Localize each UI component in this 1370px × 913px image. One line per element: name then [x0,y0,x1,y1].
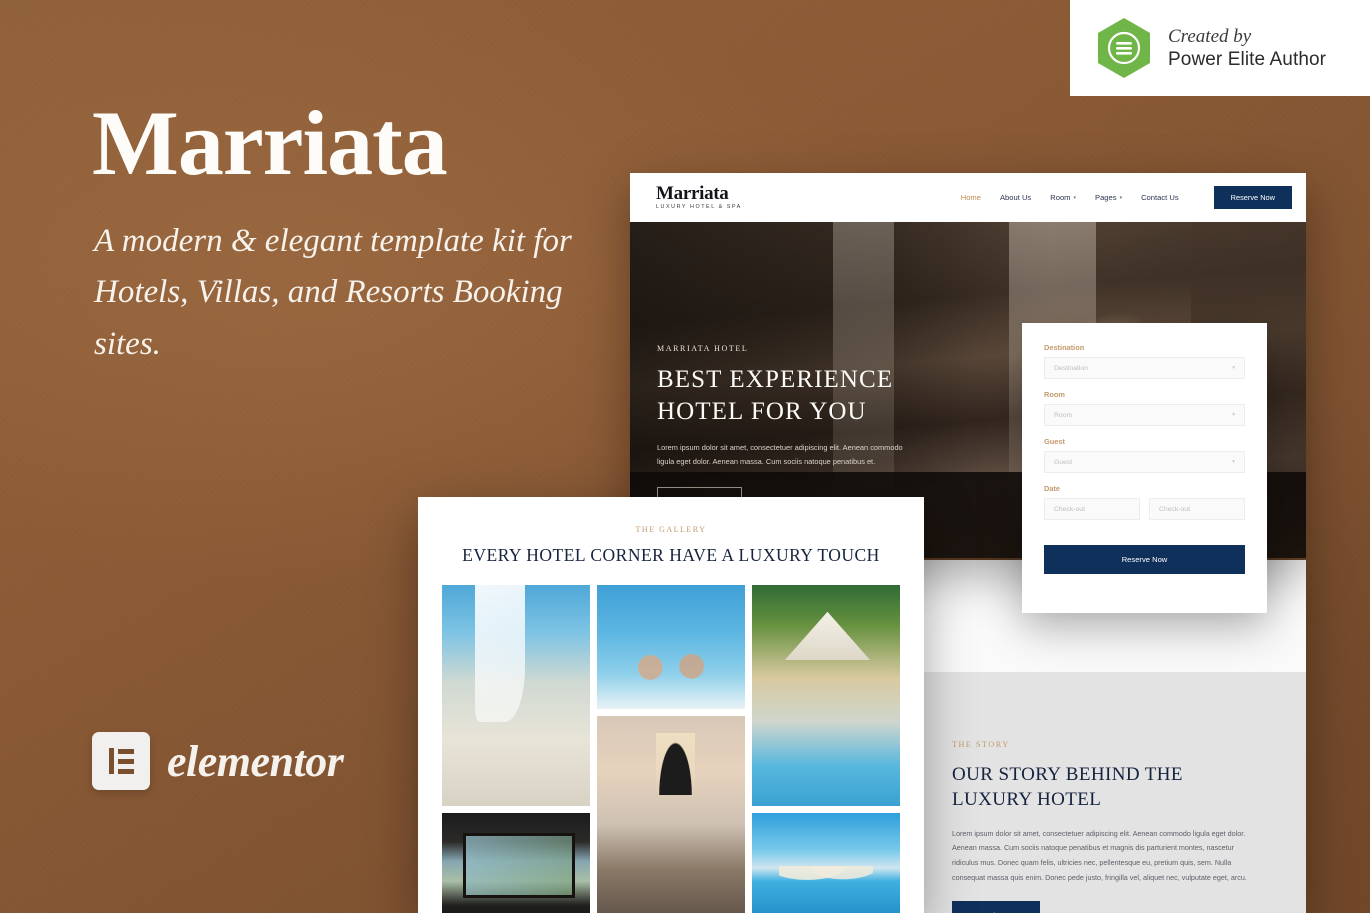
destination-field-group: Destination Destination ▾ [1044,343,1245,379]
hero-eyebrow: MARRIATA HOTEL [657,344,749,353]
room-label: Room [1044,390,1065,399]
destination-placeholder: Destination [1054,364,1089,372]
gallery-page-mockup: THE GALLERY EVERY HOTEL CORNER HAVE A LU… [418,497,924,913]
nav-label: Room [1050,193,1071,202]
chevron-down-icon: ▾ [1232,365,1235,371]
reserve-now-submit-button[interactable]: Reserve Now [1044,545,1245,574]
primary-nav: Home About Us Room ▾ Pages ▾ Contact Us Re… [961,186,1292,209]
chevron-down-icon: ▾ [1232,459,1235,465]
nav-item-room[interactable]: Room ▾ [1050,193,1076,202]
reserve-now-nav-button[interactable]: Reserve Now [1213,186,1292,209]
gallery-image-two-women-cocktails-in-pool[interactable] [597,585,745,710]
page-title: Marriata [92,92,448,194]
hero-copy: MARRIATA HOTEL BEST EXPERIENCE HOTEL FOR… [657,344,967,517]
site-logo-name: Marriata [656,183,729,205]
story-heading: OUR STORY BEHIND THE LUXURY HOTEL [952,764,1183,811]
story-eyebrow: THE STORY [952,740,1010,749]
checkin-date-input[interactable]: Check-out [1044,498,1140,520]
nav-item-pages[interactable]: Pages ▾ [1095,193,1122,202]
nav-label: About Us [999,193,1032,202]
page-tagline: A modern & elegant template kit for Hote… [94,223,572,362]
hero-heading: BEST EXPERIENCE HOTEL FOR YOU [657,366,894,425]
room-select[interactable]: Room ▾ [1044,404,1245,426]
room-placeholder: Room [1054,411,1073,419]
chevron-down-icon: ▾ [1119,194,1123,201]
room-field-group: Room Room ▾ [1044,390,1245,426]
hero-description: Lorem ipsum dolor sit amet, consectetuer… [657,443,903,467]
destination-label: Destination [1044,343,1085,352]
gallery-image-room-window-sea-view[interactable] [442,813,590,913]
date-field-group: Date Check-out Check-out [1044,484,1245,520]
story-section: THE STORY OUR STORY BEHIND THE LUXURY HO… [900,672,1306,913]
story-description: Lorem ipsum dolor sit amet, consectetuer… [952,828,1247,882]
guest-select[interactable]: Guest ▾ [1044,451,1245,473]
date-label: Date [1044,484,1061,493]
destination-select[interactable]: Destination ▾ [1044,357,1245,379]
guest-field-group: Guest Guest ▾ [1044,437,1245,473]
gallery-heading: EVERY HOTEL CORNER HAVE A LUXURY TOUCH [462,545,880,565]
nav-item-home[interactable]: Home [961,193,981,202]
gallery-image-tropical-pool-loungers-umbrella[interactable] [752,585,900,807]
nav-label: Contact Us [1141,193,1179,202]
elementor-logo: elementor [92,732,344,790]
guest-placeholder: Guest [1054,458,1073,466]
gallery-eyebrow: THE GALLERY [635,525,707,534]
site-logo[interactable]: Marriata LUXURY HOTEL & SPA [656,184,742,210]
gallery-image-beach-resort-parasols[interactable] [752,813,900,913]
booking-form-card: Destination Destination ▾ Room Room ▾ Gu… [1022,323,1267,613]
site-logo-tagline: LUXURY HOTEL & SPA [656,204,742,211]
nav-label: Pages [1095,193,1117,202]
nav-item-contact-us[interactable]: Contact Us [1141,193,1179,202]
checkout-placeholder: Check-out [1159,505,1190,513]
badge-created-by-label: Created by [1168,25,1252,47]
guest-label: Guest [1044,437,1065,446]
power-elite-hexagon-icon [1096,17,1152,79]
nav-item-about-us[interactable]: About Us [1000,193,1031,202]
created-by-badge: Created by Power Elite Author [1070,0,1370,96]
checkout-date-input[interactable]: Check-out [1149,498,1245,520]
gallery-grid [442,585,900,913]
site-navbar: Marriata LUXURY HOTEL & SPA Home About U… [630,173,1306,222]
gallery-image-hotel-room-breakfast-armchair[interactable] [597,716,745,913]
badge-author-label: Power Elite Author [1168,49,1327,70]
gallery-image-poolside-terrace-dining[interactable] [442,585,590,807]
story-read-more-button[interactable]: Read More [952,900,1040,913]
checkin-placeholder: Check-out [1054,505,1085,513]
nav-label: Home [960,193,981,202]
chevron-down-icon: ▾ [1073,194,1077,201]
elementor-mark-icon [92,732,150,790]
chevron-down-icon: ▾ [1232,412,1235,418]
elementor-wordmark: elementor [167,736,344,786]
